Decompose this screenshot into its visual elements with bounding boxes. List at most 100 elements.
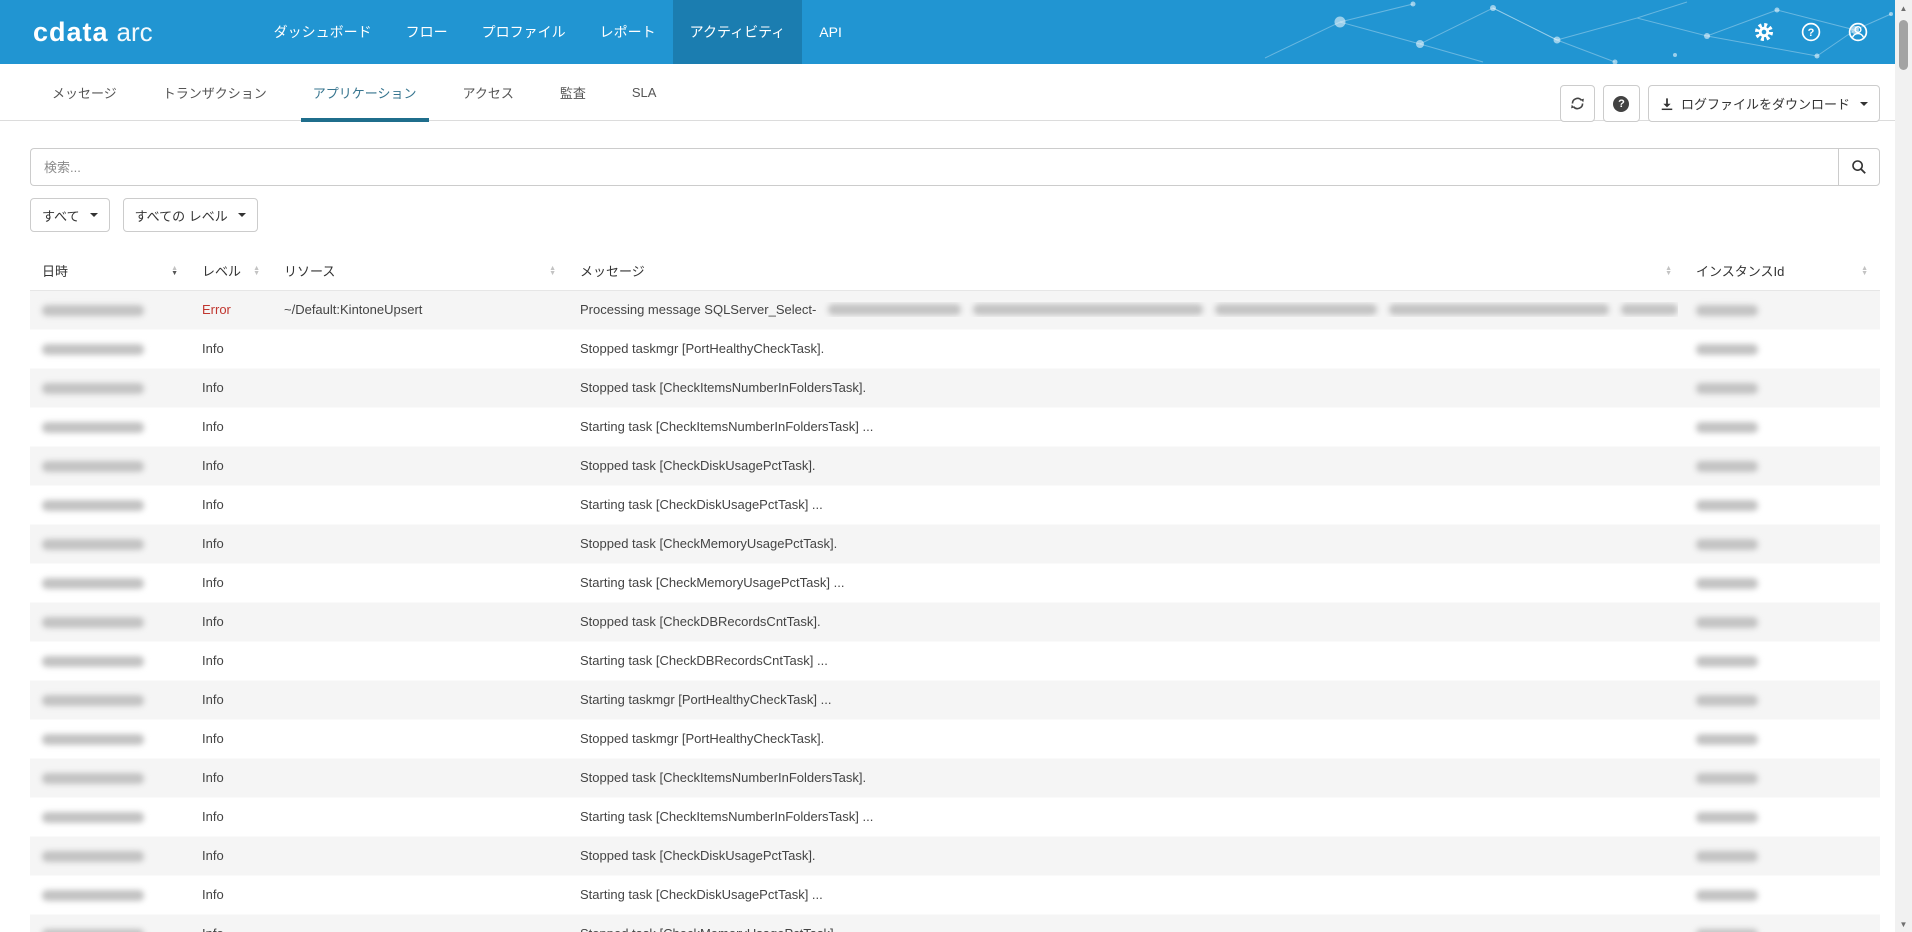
table-row[interactable]: Info Stopped task [CheckMemoryUsagePctTas…: [30, 524, 1880, 563]
help-icon[interactable]: ?: [1801, 22, 1821, 42]
table-row[interactable]: Info Stopped task [CheckItemsNumberInFold…: [30, 368, 1880, 407]
logo-product: arc: [116, 16, 153, 47]
scroll-down-arrow[interactable]: ▼: [1895, 916, 1912, 932]
cell-resource: [272, 758, 568, 797]
column-label: レベル: [202, 264, 242, 280]
cell-instance-id: [1684, 446, 1880, 485]
refresh-icon: [1571, 97, 1584, 110]
app-header: cdata arc ダッシュボード フロー プロファイル レポート アクティビティ API: [0, 0, 1912, 64]
cell-resource: [272, 914, 568, 932]
account-icon[interactable]: [1848, 22, 1868, 42]
table-header-row: 日時 ▲ ▼ レベル ▲ ▼ リソース ▲ ▼ メッセージ ▲ ▼ インスタンスId ▲ ▼: [30, 252, 1880, 291]
message-text: Starting task [CheckDiskUsagePctTask] ..…: [580, 497, 823, 512]
column-header-resource[interactable]: リソース ▲ ▼: [272, 252, 568, 291]
redacted-instance-id: [1696, 500, 1758, 512]
cell-instance-id: [1684, 524, 1880, 563]
search-button[interactable]: [1838, 148, 1880, 186]
tab-application[interactable]: アプリケーション: [300, 64, 429, 122]
table-row[interactable]: Info Stopped task [CheckDiskUsagePctTask]…: [30, 446, 1880, 485]
cell-instance-id: [1684, 758, 1880, 797]
cell-level: Info: [202, 419, 224, 434]
cell-level: Info: [202, 653, 224, 668]
cell-resource: [272, 446, 568, 485]
message-text: Starting task [CheckDBRecordsCntTask] ..…: [580, 653, 828, 668]
cell-timestamp: [30, 524, 190, 563]
redacted-message-segment: [828, 304, 961, 315]
table-row[interactable]: Info Stopped task [CheckDiskUsagePctTask]…: [30, 836, 1880, 875]
message-text: Starting task [CheckDiskUsagePctTask] ..…: [580, 887, 823, 902]
column-header-level[interactable]: レベル ▲ ▼: [190, 252, 272, 291]
cell-instance-id: [1684, 875, 1880, 914]
table-row[interactable]: Info Stopped task [CheckMemoryUsagePctTas…: [30, 914, 1880, 932]
table-row[interactable]: Info Stopped task [CheckDBRecordsCntTask]…: [30, 602, 1880, 641]
table-row[interactable]: Info Stopped task [CheckItemsNumberInFold…: [30, 758, 1880, 797]
table-row[interactable]: Info Starting task [CheckDiskUsagePctTask…: [30, 485, 1880, 524]
search-input[interactable]: [30, 148, 1838, 186]
filter-all-levels-dropdown[interactable]: すべての レベル: [122, 198, 258, 232]
message-text: Starting taskmgr [PortHealthyCheckTask] …: [580, 692, 832, 707]
activity-tab-bar: メッセージ トランザクション アプリケーション アクセス 監査 SLA ? ログファイルを…: [0, 64, 1912, 122]
sort-icon: ▲ ▼: [171, 264, 178, 277]
table-row[interactable]: Info Starting taskmgr [PortHealthyCheckTa…: [30, 680, 1880, 719]
redacted-instance-id: [1696, 344, 1758, 356]
column-header-instance-id[interactable]: インスタンスId ▲ ▼: [1684, 252, 1880, 291]
column-label: リソース: [284, 264, 336, 280]
redacted-timestamp: [42, 773, 144, 785]
nav-item-flows[interactable]: フロー: [389, 0, 465, 64]
toolbar-help-button[interactable]: ?: [1602, 85, 1640, 122]
header-icon-group: ?: [1754, 0, 1868, 64]
cell-resource: [272, 485, 568, 524]
column-label: メッセージ: [580, 264, 645, 280]
log-table-wrap: 日時 ▲ ▼ レベル ▲ ▼ リソース ▲ ▼ メッセージ ▲ ▼ インスタンスId ▲ ▼ Error ~/…: [30, 252, 1880, 932]
cell-timestamp: [30, 758, 190, 797]
cell-message: Stopped task [CheckMemoryUsagePctTask].: [568, 914, 1684, 932]
table-row[interactable]: Info Starting task [CheckDBRecordsCntTask…: [30, 641, 1880, 680]
tab-sla[interactable]: SLA: [620, 64, 669, 121]
nav-item-dashboard[interactable]: ダッシュボード: [257, 0, 389, 64]
table-row[interactable]: Info Starting task [CheckItemsNumberInFol…: [30, 797, 1880, 836]
cell-resource: [272, 407, 568, 446]
redacted-instance-id: [1696, 578, 1758, 590]
app-logo[interactable]: cdata arc: [33, 0, 153, 64]
log-table: 日時 ▲ ▼ レベル ▲ ▼ リソース ▲ ▼ メッセージ ▲ ▼ インスタンスId ▲ ▼ Error ~/…: [30, 252, 1880, 932]
refresh-button[interactable]: [1559, 85, 1595, 122]
table-row[interactable]: Info Stopped taskmgr [PortHealthyCheckTas…: [30, 329, 1880, 368]
tab-transactions[interactable]: トランザクション: [151, 64, 279, 121]
tab-audit[interactable]: 監査: [548, 64, 598, 121]
settings-gear-icon[interactable]: [1754, 22, 1774, 42]
cell-instance-id: [1684, 680, 1880, 719]
column-header-timestamp[interactable]: 日時 ▲ ▼: [30, 252, 190, 291]
sort-icon: ▲ ▼: [1861, 264, 1868, 277]
scrollbar-thumb[interactable]: [1899, 20, 1908, 70]
table-row[interactable]: Error ~/Default:KintoneUpsert Processing m…: [30, 290, 1880, 329]
redacted-timestamp: [42, 461, 144, 473]
table-row[interactable]: Info Starting task [CheckDiskUsagePctTask…: [30, 875, 1880, 914]
cell-resource: [272, 719, 568, 758]
sort-icon: ▲ ▼: [1665, 264, 1672, 277]
cell-message: Starting task [CheckMemoryUsagePctTask] …: [568, 563, 1684, 602]
nav-item-activity[interactable]: アクティビティ: [672, 0, 803, 64]
scroll-up-arrow[interactable]: ▲: [1895, 0, 1912, 16]
cell-message: Stopped task [CheckItemsNumberInFoldersT…: [568, 758, 1684, 797]
cell-timestamp: [30, 485, 190, 524]
cell-message: Starting task [CheckItemsNumberInFolders…: [568, 797, 1684, 836]
filter-all-resources-dropdown[interactable]: すべて: [30, 198, 110, 232]
download-logs-button[interactable]: ログファイルをダウンロード: [1647, 85, 1880, 122]
nav-item-profiles[interactable]: プロファイル: [465, 0, 583, 64]
search-icon: [1852, 160, 1866, 174]
column-header-message[interactable]: メッセージ ▲ ▼: [568, 252, 1684, 291]
table-row[interactable]: Info Starting task [CheckItemsNumberInFol…: [30, 407, 1880, 446]
cell-resource: [272, 524, 568, 563]
redacted-timestamp: [42, 851, 144, 863]
table-row[interactable]: Info Stopped taskmgr [PortHealthyCheckTas…: [30, 719, 1880, 758]
cell-timestamp: [30, 719, 190, 758]
nav-item-reports[interactable]: レポート: [583, 0, 673, 64]
scrollbar[interactable]: ▲ ▼: [1895, 0, 1912, 932]
chevron-down-icon: [237, 213, 246, 217]
redacted-timestamp: [42, 656, 144, 668]
nav-item-api[interactable]: API: [802, 0, 859, 64]
table-row[interactable]: Info Starting task [CheckMemoryUsagePctTa…: [30, 563, 1880, 602]
tab-messages[interactable]: メッセージ: [40, 64, 129, 121]
tab-access[interactable]: アクセス: [451, 64, 526, 121]
redacted-instance-id: [1696, 851, 1758, 863]
